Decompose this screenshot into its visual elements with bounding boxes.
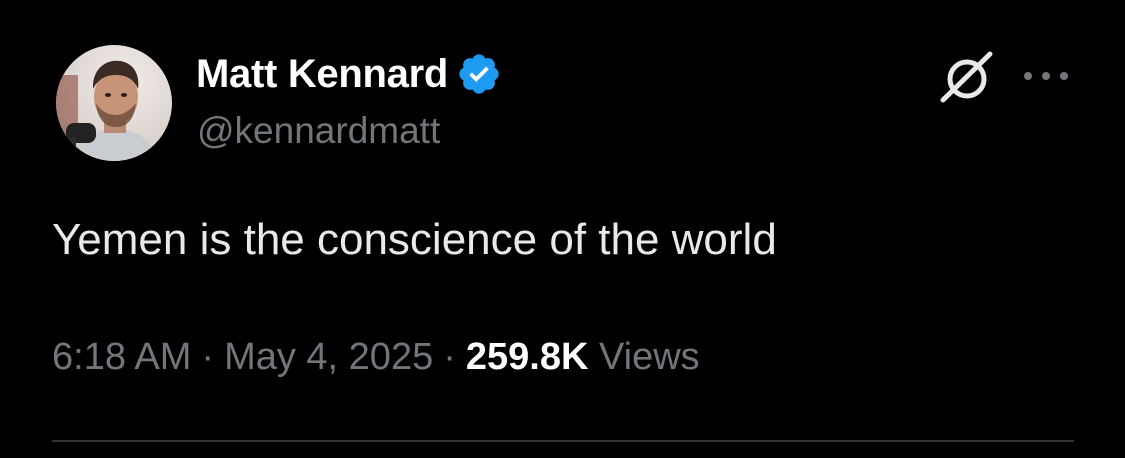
meta-separator: · — [443, 336, 456, 378]
grok-icon[interactable] — [938, 50, 996, 104]
divider — [52, 440, 1074, 442]
tweet-date[interactable]: May 4, 2025 — [224, 336, 433, 378]
tweet-time[interactable]: 6:18 AM — [52, 336, 191, 378]
author-name-row: Matt Kennard — [196, 50, 502, 98]
views-label: Views — [598, 336, 700, 378]
tweet-meta: 6:18 AM · May 4, 2025 · 259.8K Views — [52, 336, 700, 379]
more-options-icon[interactable] — [1021, 60, 1071, 92]
tweet-text: Yemen is the conscience of the world — [52, 215, 777, 264]
verified-badge-icon[interactable] — [456, 51, 502, 97]
tweet-card: Matt Kennard @kennardmatt Yemen is the c… — [0, 0, 1125, 458]
views-count: 259.8K — [465, 336, 589, 378]
profile-photo-icon — [56, 45, 172, 161]
avatar[interactable] — [56, 45, 172, 161]
author-handle[interactable]: @kennardmatt — [197, 110, 440, 152]
meta-separator: · — [201, 336, 215, 378]
display-name[interactable]: Matt Kennard — [196, 52, 448, 97]
